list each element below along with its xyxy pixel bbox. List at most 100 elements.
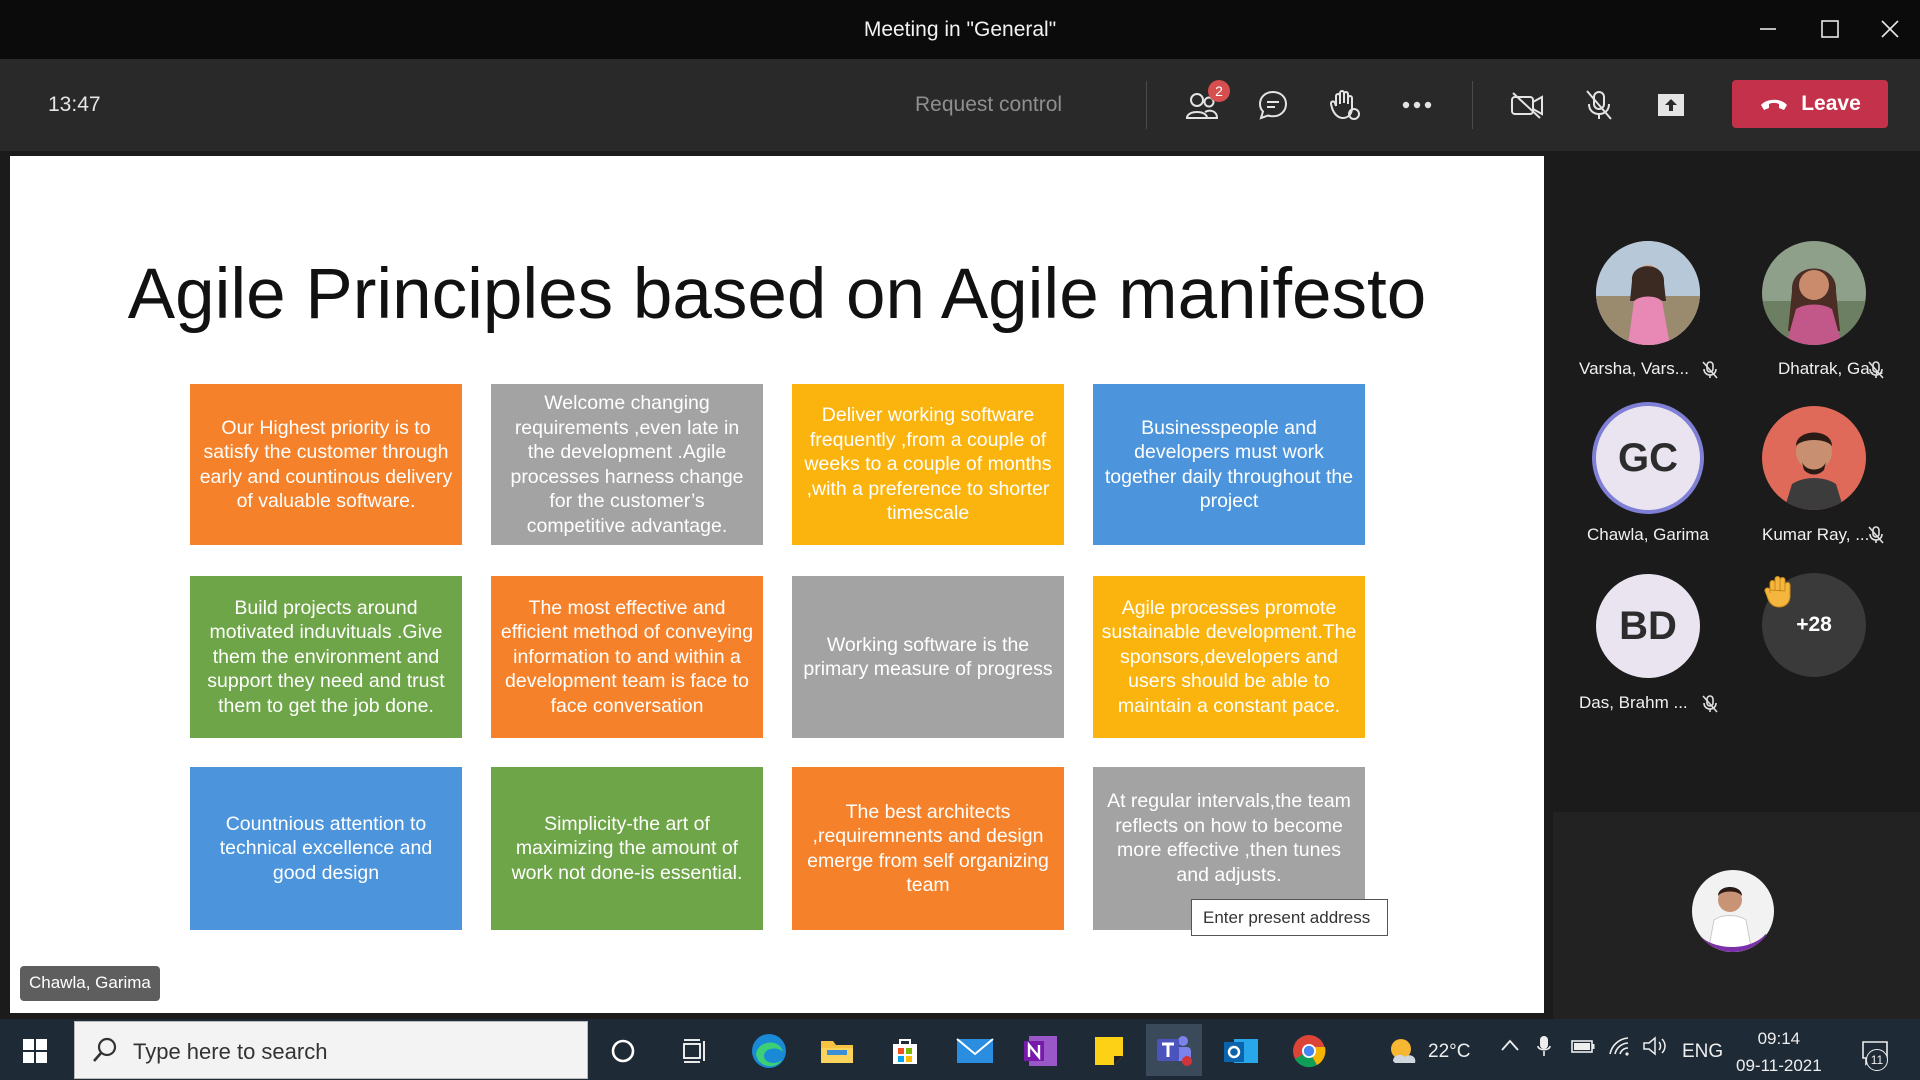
volume-tray-icon[interactable]: [1642, 1036, 1668, 1062]
close-icon: [1881, 20, 1899, 38]
search-icon: [93, 1037, 117, 1062]
principle-card: Simplicity-the art of maximizing the amo…: [491, 767, 763, 930]
avatar-photo: [1596, 241, 1700, 345]
participant-avatar[interactable]: [1596, 241, 1700, 345]
participant-avatar[interactable]: [1762, 241, 1866, 345]
camera-toggle-button[interactable]: [1505, 83, 1549, 127]
taskbar-search[interactable]: Type here to search: [74, 1021, 588, 1079]
weather-temp: 22°C: [1428, 1041, 1471, 1062]
principle-card: Our Highest priority is to satisfy the c…: [190, 384, 462, 545]
mic-tray-icon[interactable]: [1536, 1034, 1552, 1064]
participant-name: Kumar Ray, ...: [1762, 525, 1870, 544]
start-button[interactable]: [12, 1028, 58, 1074]
self-avatar[interactable]: [1692, 870, 1774, 952]
chat-button[interactable]: [1251, 83, 1295, 127]
outlook-taskbar-icon[interactable]: [1218, 1028, 1264, 1074]
meeting-toolbar: 13:47 Request control: [0, 59, 1920, 151]
onenote-icon: [1024, 1036, 1057, 1066]
participant-avatar[interactable]: [1762, 406, 1866, 510]
more-actions-button[interactable]: [1395, 83, 1439, 127]
raised-hand-icon: [1762, 573, 1796, 609]
participant-name: Varsha, Vars...: [1579, 359, 1689, 378]
store-taskbar-icon[interactable]: [882, 1028, 928, 1074]
sticky-notes-taskbar-icon[interactable]: [1086, 1028, 1132, 1074]
title-bar: Meeting in "General": [0, 0, 1920, 59]
principle-card: Welcome changing requirements ,even late…: [491, 384, 763, 545]
clock-date: 09-11-2021: [1736, 1056, 1822, 1075]
avatar-photo: [1762, 241, 1866, 345]
chat-icon: [1258, 90, 1288, 120]
speaker-icon: [1643, 1036, 1666, 1056]
principle-card: The most effective and efficient method …: [491, 576, 763, 738]
slide-title: Agile Principles based on Agile manifest…: [127, 255, 1427, 334]
network-tray-icon[interactable]: [1608, 1036, 1632, 1062]
edge-taskbar-icon[interactable]: [746, 1028, 792, 1074]
share-screen-button[interactable]: [1649, 83, 1693, 127]
window-title: Meeting in "General": [863, 18, 1057, 41]
windows-icon: [23, 1039, 47, 1063]
principle-card: Deliver working software frequently ,fro…: [792, 384, 1064, 545]
tooltip: Enter present address: [1191, 899, 1388, 936]
toolbar-divider: [1146, 81, 1147, 129]
reactions-button[interactable]: [1323, 83, 1367, 127]
task-view-button[interactable]: [672, 1028, 718, 1074]
principle-card: Countnious attention to technical excell…: [190, 767, 462, 930]
mic-off-icon: [1866, 360, 1886, 380]
presenter-name-label: Chawla, Garima: [20, 966, 160, 1001]
onenote-taskbar-icon[interactable]: [1018, 1028, 1064, 1074]
notification-count-badge: 11: [1866, 1049, 1888, 1071]
principle-card: Businesspeople and developers must work …: [1093, 384, 1365, 545]
principle-card: Build projects around motivated induvitu…: [190, 576, 462, 738]
participants-count-badge: 2: [1208, 80, 1230, 102]
minimize-icon: [1760, 28, 1776, 30]
camera-off-icon: [1511, 92, 1543, 119]
language-indicator[interactable]: ENG: [1682, 1041, 1723, 1063]
principle-card: The best architects ,requiremnents and d…: [792, 767, 1064, 930]
taskbar-clock[interactable]: 09:14 09-11-2021: [1736, 1025, 1822, 1079]
teams-icon: [1157, 1036, 1192, 1066]
chrome-icon: [1293, 1035, 1326, 1068]
teams-taskbar-icon[interactable]: [1146, 1024, 1202, 1076]
task-view-icon: [683, 1039, 705, 1063]
share-icon: [1658, 94, 1684, 116]
request-control-button[interactable]: Request control: [915, 93, 1062, 117]
mic-off-icon: [1700, 694, 1720, 714]
maximize-icon: [1821, 20, 1839, 38]
participant-name: Chawla, Garima: [1587, 525, 1709, 544]
leave-button[interactable]: Leave: [1732, 80, 1888, 128]
battery-icon: [1571, 1040, 1595, 1053]
hang-up-icon: [1761, 99, 1788, 110]
folder-icon: [821, 1041, 853, 1063]
mail-icon: [956, 1038, 994, 1063]
search-placeholder: Type here to search: [133, 1039, 328, 1064]
mic-toggle-button[interactable]: [1577, 83, 1621, 127]
file-explorer-taskbar-icon[interactable]: [814, 1028, 860, 1074]
wifi-icon: [1609, 1037, 1629, 1056]
outlook-icon: [1224, 1039, 1258, 1063]
leave-label: Leave: [1801, 92, 1861, 115]
close-button[interactable]: [1870, 10, 1910, 48]
chrome-taskbar-icon[interactable]: [1286, 1028, 1332, 1074]
cortana-button[interactable]: [600, 1028, 646, 1074]
mail-taskbar-icon[interactable]: [952, 1028, 998, 1074]
show-hidden-icons-button[interactable]: [1500, 1036, 1520, 1058]
mic-off-icon: [1586, 90, 1612, 120]
weather-widget[interactable]: [1380, 1028, 1426, 1074]
mic-off-icon: [1700, 360, 1720, 380]
minimize-button[interactable]: [1748, 10, 1788, 48]
mic-off-icon: [1866, 525, 1886, 545]
shared-slide: Agile Principles based on Agile manifest…: [10, 156, 1544, 1013]
battery-tray-icon[interactable]: [1570, 1037, 1596, 1061]
participant-name: Das, Brahm ...: [1579, 693, 1688, 712]
principle-card: Working software is the primary measure …: [792, 576, 1064, 738]
maximize-button[interactable]: [1810, 10, 1850, 48]
participant-avatar[interactable]: GC: [1596, 406, 1700, 510]
store-icon: [893, 1039, 917, 1064]
principle-card: Agile processes promote sustainable deve…: [1093, 576, 1365, 738]
chevron-up-icon: [1501, 1039, 1519, 1051]
participant-avatar[interactable]: BD: [1596, 574, 1700, 678]
raise-hand-icon: [1329, 90, 1360, 120]
avatar-photo: [1692, 870, 1774, 952]
meeting-timer: 13:47: [48, 93, 101, 116]
clock-time: 09:14: [1757, 1029, 1801, 1048]
